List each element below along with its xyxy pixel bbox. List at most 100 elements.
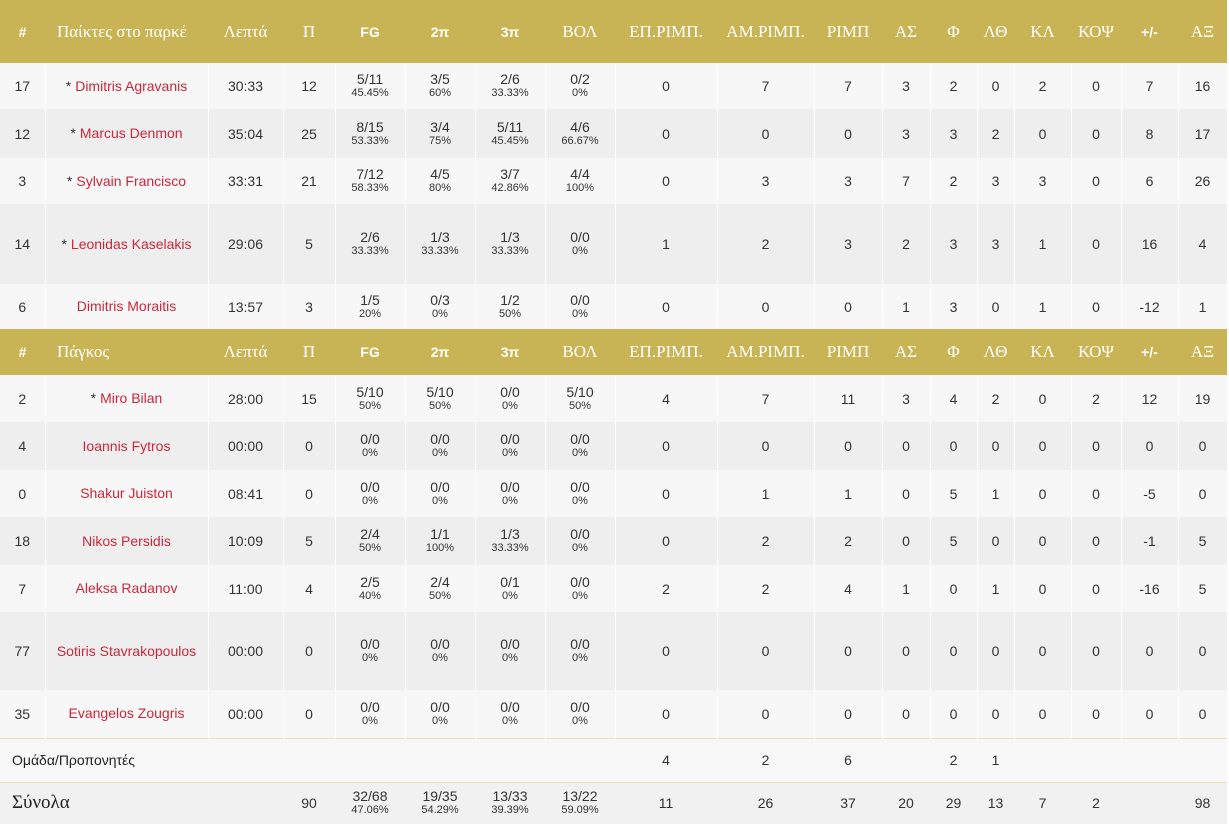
p3-made-attempted: 0/0 — [500, 478, 520, 495]
player-name-link[interactable]: Marcus Denmon — [80, 125, 183, 141]
fg-made-attempted: 0/0 — [360, 636, 380, 652]
plus-minus-cell: -1 — [1121, 517, 1179, 565]
player-name-link[interactable]: Leonidas Kaselakis — [71, 236, 192, 252]
fouls-cell: 0 — [930, 690, 978, 738]
player-name-link[interactable]: Dimitris Agravanis — [75, 78, 187, 94]
player-name-link[interactable]: Nikos Persidis — [82, 533, 171, 549]
ft-cell: 0/0 0% — [545, 612, 616, 690]
turnovers-cell: 0 — [977, 517, 1015, 565]
assists-cell: 1 — [882, 565, 931, 612]
column-header-blocks[interactable]: ΚΟΨ — [1071, 329, 1121, 375]
column-header-fg[interactable]: FG — [335, 329, 405, 375]
column-header-def-reb[interactable]: ΑΜ.ΡΙΜΠ. — [717, 0, 814, 63]
column-header-number[interactable]: # — [0, 329, 45, 375]
column-header-plus-minus[interactable]: +/- — [1121, 0, 1178, 63]
column-header-fouls[interactable]: Φ — [930, 0, 977, 63]
player-name-link[interactable]: Shakur Juiston — [80, 485, 173, 501]
column-header-three-pt[interactable]: 3π — [475, 329, 545, 375]
column-header-efficiency[interactable]: ΑΞ — [1178, 0, 1227, 63]
player-name-link[interactable]: Miro Bilan — [100, 390, 162, 406]
minutes-cell: 00:00 — [208, 612, 284, 690]
column-header-reb[interactable]: ΡΙΜΠ — [814, 329, 882, 375]
fg-percentage: 50% — [358, 542, 382, 554]
column-header-assists[interactable]: ΑΣ — [882, 329, 930, 375]
efficiency-cell: 0 — [1178, 612, 1228, 690]
efficiency-cell: 0 — [1178, 690, 1228, 738]
plus-minus-cell: 7 — [1121, 63, 1179, 109]
column-header-steals[interactable]: ΚΛ — [1014, 0, 1071, 63]
p3-percentage: 0% — [502, 447, 518, 459]
column-header-turnovers[interactable]: ΛΘ — [977, 329, 1014, 375]
player-name-link[interactable]: Ioannis Fytros — [83, 438, 171, 454]
column-header-turnovers[interactable]: ΛΘ — [977, 0, 1014, 63]
column-header-two-pt[interactable]: 2π — [405, 329, 475, 375]
p2-cell: 0/0 0% — [405, 690, 476, 738]
fg-percentage: 0% — [362, 447, 378, 459]
column-header-number[interactable]: # — [0, 0, 45, 63]
column-header-fg[interactable]: FG — [335, 0, 405, 63]
column-header-minutes[interactable]: Λεπτά — [208, 329, 283, 375]
player-row: 18 Nikos Persidis 10:09 5 2/4 50% 1/1 100% 1/3 33… — [0, 517, 1228, 565]
p3-percentage: 45.45% — [491, 134, 529, 147]
p3-cell: 5/11 45.45% — [475, 109, 546, 158]
steals-cell: 0 — [1014, 109, 1072, 158]
points-cell: 0 — [283, 612, 336, 690]
player-name-link[interactable]: Aleksa Radanov — [76, 580, 178, 596]
points-total: 90 — [283, 781, 335, 824]
column-header-blocks[interactable]: ΚΟΨ — [1071, 0, 1121, 63]
column-header-def-reb[interactable]: ΑΜ.ΡΙΜΠ. — [717, 329, 814, 375]
column-header-off-reb[interactable]: ΕΠ.ΡΙΜΠ. — [615, 0, 717, 63]
column-header-player[interactable]: Παίκτες στο παρκέ — [45, 0, 208, 63]
p2-percentage: 0% — [432, 447, 448, 459]
fg-cell: 0/0 0% — [335, 422, 406, 470]
turnovers-cell: 1 — [977, 737, 1014, 782]
column-header-free-throws[interactable]: ΒΟΛ — [545, 0, 615, 63]
p2-cell: 0/0 0% — [405, 470, 476, 517]
three-pt-cell — [475, 737, 545, 782]
column-header-off-reb[interactable]: ΕΠ.ΡΙΜΠ. — [615, 329, 717, 375]
starter-marker: * — [65, 77, 72, 94]
turnovers-cell: 1 — [977, 565, 1015, 612]
minutes-cell: 08:41 — [208, 470, 284, 517]
ft-made-attempted: 0/0 — [570, 229, 590, 245]
ft-made-attempted: 4/4 — [570, 166, 590, 182]
assists-cell: 7 — [882, 158, 931, 204]
off-reb-cell: 2 — [615, 565, 718, 612]
p3-percentage: 42.86% — [491, 182, 529, 194]
player-row: 17 * Dimitris Agravanis 30:33 12 5/11 45.45% 3/… — [0, 63, 1228, 109]
player-name-link[interactable]: Dimitris Moraitis — [77, 298, 177, 314]
player-name-link[interactable]: Sylvain Francisco — [76, 173, 186, 189]
column-header-minutes[interactable]: Λεπτά — [208, 0, 283, 63]
column-header-steals[interactable]: ΚΛ — [1014, 329, 1071, 375]
p3-percentage: 0% — [502, 494, 518, 507]
column-header-efficiency[interactable]: ΑΞ — [1178, 329, 1227, 375]
p3-made-attempted: 1/3 — [500, 229, 520, 245]
player-name-link[interactable]: Evangelos Zougris — [69, 705, 185, 721]
plus-minus-cell: 12 — [1121, 375, 1179, 422]
column-header-fouls[interactable]: Φ — [930, 329, 977, 375]
column-header-free-throws[interactable]: ΒΟΛ — [545, 329, 615, 375]
column-header-points[interactable]: Π — [283, 0, 335, 63]
p2-made-attempted: 19/35 — [422, 788, 458, 805]
column-header-two-pt[interactable]: 2π — [405, 0, 475, 63]
column-header-assists[interactable]: ΑΣ — [882, 0, 930, 63]
player-name-cell: * Marcus Denmon — [45, 109, 209, 158]
p3-cell: 1/3 33.33% — [475, 517, 546, 565]
totals-label: Σύνολα — [0, 781, 208, 824]
column-header-points[interactable]: Π — [283, 329, 335, 375]
fg-percentage: 40% — [358, 589, 382, 602]
ft-percentage: 0% — [572, 589, 588, 602]
p3-made-attempted: 0/0 — [500, 636, 520, 652]
blocks-cell: 0 — [1071, 470, 1122, 517]
column-header-reb[interactable]: ΡΙΜΠ — [814, 0, 882, 63]
starter-marker: * — [61, 235, 67, 252]
player-name-cell: * Miro Bilan — [45, 375, 209, 422]
column-header-player[interactable]: Πάγκος — [45, 329, 208, 375]
turnovers-cell: 0 — [977, 690, 1015, 738]
column-header-plus-minus[interactable]: +/- — [1121, 329, 1178, 375]
reb-cell: 0 — [814, 284, 883, 329]
column-header-three-pt[interactable]: 3π — [475, 0, 545, 63]
player-name-link[interactable]: Sotiris Stavrakopoulos — [57, 643, 196, 659]
plus-minus-cell: -5 — [1121, 470, 1179, 517]
points-cell: 12 — [283, 63, 336, 109]
